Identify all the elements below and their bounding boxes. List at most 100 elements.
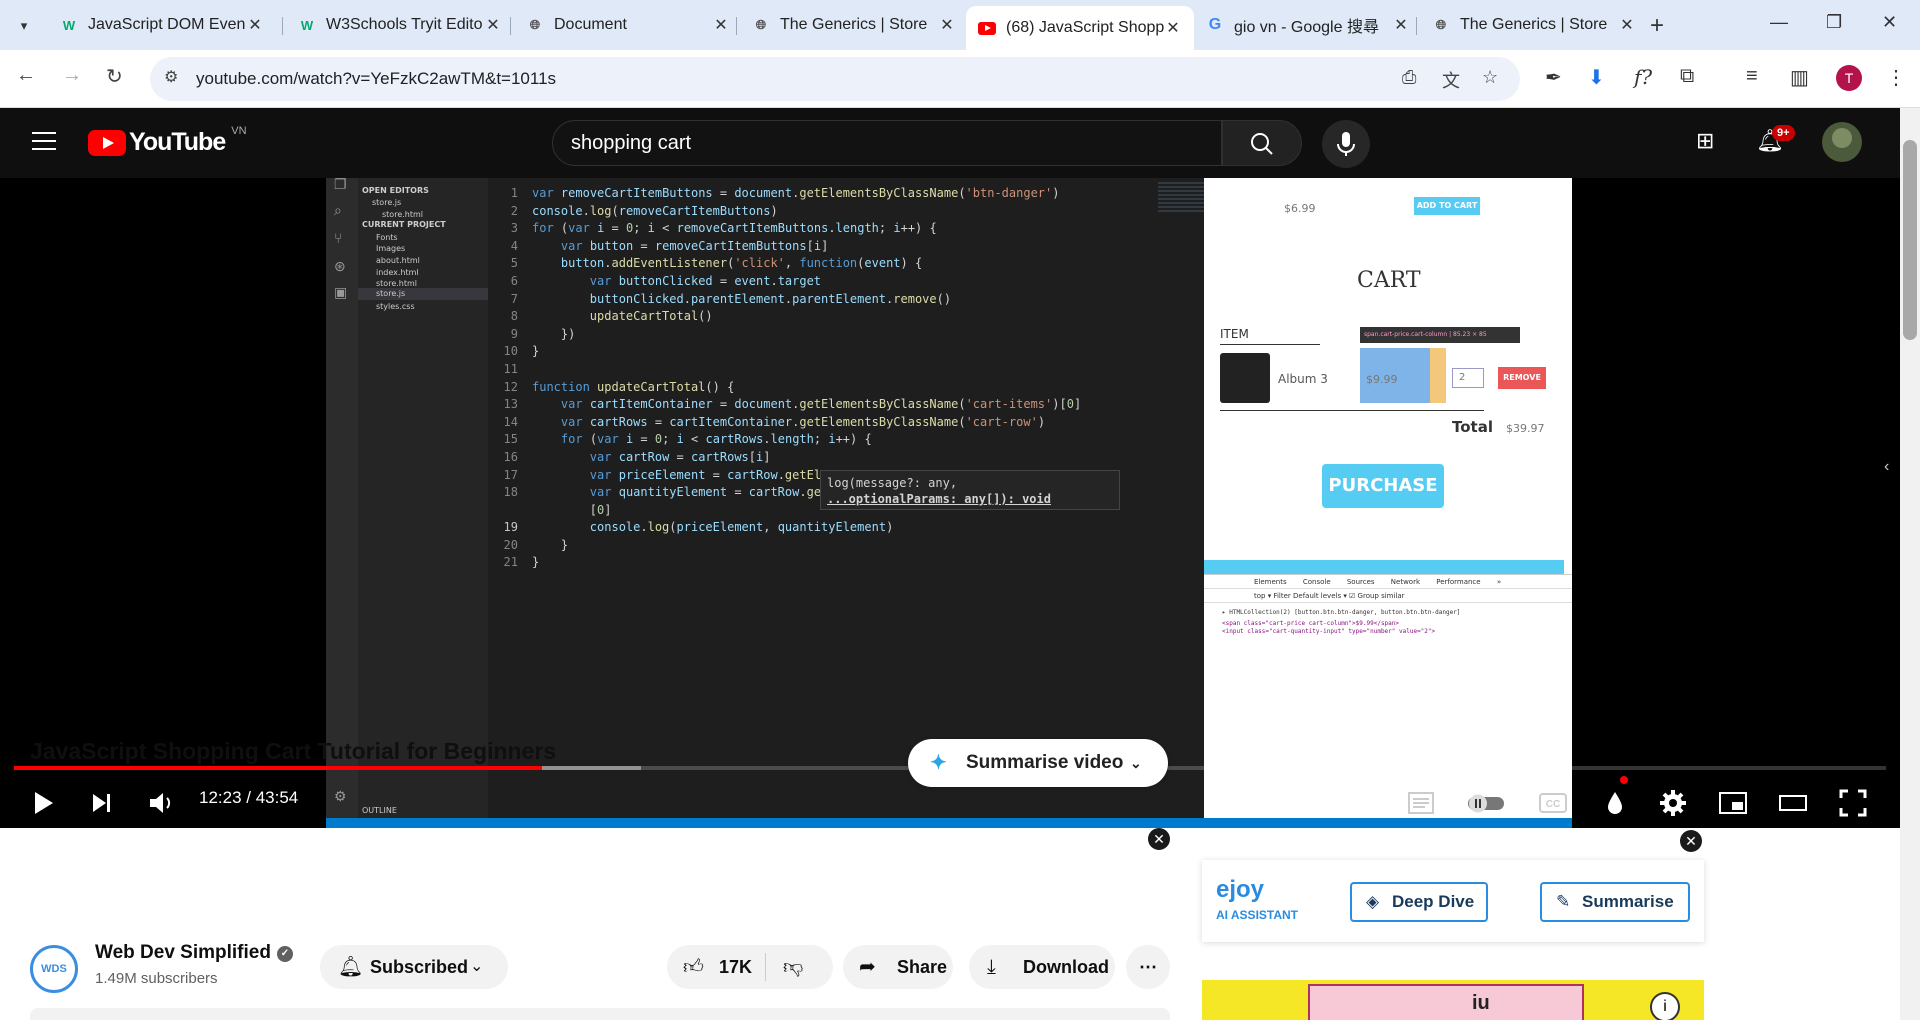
- channel-name-text[interactable]: Web Dev Simplified: [95, 942, 271, 963]
- description-box[interactable]: [30, 1008, 1170, 1020]
- open-editors-header: OPEN EDITORS: [362, 186, 429, 195]
- purchase-button: PURCHASE: [1322, 464, 1444, 508]
- search-button[interactable]: [1222, 120, 1302, 166]
- tab-generics-store-2[interactable]: 🌐︎ The Generics | Store ✕: [1420, 7, 1648, 43]
- new-tab-icon[interactable]: +: [1650, 12, 1664, 40]
- console-log-line: ▸ HTMLCollection(2) [button.btn.btn-dang…: [1222, 609, 1461, 616]
- more-actions-button[interactable]: ⋯: [1126, 945, 1170, 989]
- subscribed-button[interactable]: 🔔︎ Subscribed ⌄: [320, 945, 508, 989]
- omnibox[interactable]: ⚙︎ youtube.com/watch?v=YeFzkC2awTM&t=101…: [150, 57, 1520, 101]
- restore-icon[interactable]: ❐: [1826, 12, 1842, 33]
- tab-javascript-dom-events[interactable]: W JavaScript DOM Even ✕: [48, 7, 276, 43]
- channel-name[interactable]: Web Dev Simplified ✓: [95, 942, 293, 964]
- ambient-drop-icon[interactable]: [1600, 788, 1630, 818]
- tree-item-selected: store.js: [358, 288, 488, 300]
- code-text: var removeCartItemButtons = document.get…: [532, 186, 1082, 570]
- youtube-play-logo-icon: [88, 129, 126, 156]
- url-text[interactable]: youtube.com/watch?v=YeFzkC2awTM&t=1011s: [196, 69, 556, 89]
- line-number: 11: [503, 361, 518, 376]
- subtitles-icon[interactable]: CC: [1538, 788, 1568, 818]
- close-window-icon[interactable]: ✕: [1882, 12, 1897, 33]
- search-box[interactable]: [552, 120, 1222, 166]
- microphone-icon: [1337, 132, 1355, 156]
- pen-extension-icon[interactable]: ✒: [1545, 65, 1562, 90]
- close-tab-icon[interactable]: ✕: [1618, 15, 1636, 35]
- settings-icon[interactable]: [1658, 788, 1688, 818]
- play-icon[interactable]: [28, 788, 58, 818]
- subscriber-count: 1.49M subscribers: [95, 970, 218, 987]
- menu-icon[interactable]: [32, 132, 56, 150]
- forward-icon[interactable]: →: [62, 64, 82, 87]
- line-number: 14: [503, 414, 518, 429]
- download-extension-icon[interactable]: ⬇: [1588, 65, 1605, 90]
- profile-avatar[interactable]: T: [1836, 65, 1862, 91]
- tree-item: about.html: [376, 256, 420, 265]
- reload-icon[interactable]: ↻: [106, 64, 123, 89]
- inspect-highlight-padding: [1430, 348, 1446, 403]
- next-video-icon[interactable]: [88, 788, 116, 818]
- user-avatar[interactable]: [1822, 122, 1862, 162]
- tab-google-search[interactable]: G gio vn - Google 搜尋 ✕: [1194, 7, 1422, 43]
- extensions-puzzle-icon[interactable]: ⧉: [1680, 65, 1694, 88]
- tab-search-menu-icon[interactable]: ▾: [12, 14, 36, 38]
- tab-title: gio vn - Google 搜尋: [1234, 19, 1379, 36]
- like-button[interactable]: 👍︎: [683, 945, 704, 989]
- more-dots-icon: ⋯: [1139, 957, 1157, 977]
- cart-heading: CART: [1357, 268, 1421, 293]
- formula-extension-icon[interactable]: f?: [1634, 65, 1652, 89]
- tab-youtube-active[interactable]: (68) JavaScript Shopp ✕: [966, 6, 1194, 50]
- close-tab-icon[interactable]: ✕: [1392, 15, 1410, 35]
- close-tab-icon[interactable]: ✕: [246, 15, 264, 35]
- close-ejoy-icon[interactable]: ✕: [1680, 830, 1702, 852]
- close-tab-icon[interactable]: ✕: [712, 15, 730, 35]
- more-menu-icon[interactable]: ⋮: [1886, 65, 1906, 90]
- close-tab-icon[interactable]: ✕: [938, 15, 956, 35]
- close-tab-icon[interactable]: ✕: [1164, 18, 1182, 38]
- video-player[interactable]: ❐ ⌕ ⑂ ⊛ ▣ ⚙ OPEN EDITORS store.js store.…: [0, 178, 1900, 828]
- download-button[interactable]: ⤓ Download: [969, 945, 1115, 989]
- voice-search-button[interactable]: [1322, 120, 1370, 168]
- autoplay-toggle-icon[interactable]: [1466, 788, 1506, 818]
- tab-w3schools-tryit[interactable]: W W3Schools Tryit Edito ✕: [286, 7, 514, 43]
- bookmark-star-icon[interactable]: ☆: [1482, 67, 1498, 88]
- line-number: 5: [510, 256, 518, 271]
- install-app-icon[interactable]: ⎙: [1402, 67, 1416, 88]
- store-page-preview: $6.99 ADD TO CART CART ITEM Album 3 $9.9…: [1204, 178, 1572, 818]
- scrollbar-thumb[interactable]: [1903, 140, 1917, 340]
- share-button[interactable]: ➦ Share: [843, 945, 953, 989]
- summarise-button[interactable]: ✎ Summarise: [1540, 882, 1690, 922]
- ad-banner[interactable]: iu i: [1202, 980, 1704, 1020]
- summarise-video-button[interactable]: ✦ Summarise video ⌄: [908, 739, 1168, 787]
- back-icon[interactable]: ←: [16, 64, 36, 87]
- close-summarise-icon[interactable]: ✕: [1148, 828, 1170, 850]
- deep-dive-button[interactable]: ◈ Deep Dive: [1350, 882, 1488, 922]
- fullscreen-icon[interactable]: [1838, 788, 1868, 818]
- theater-mode-icon[interactable]: [1778, 788, 1808, 818]
- search-input[interactable]: [571, 129, 1191, 157]
- minimize-icon[interactable]: —: [1770, 12, 1788, 33]
- remove-button: REMOVE: [1498, 367, 1546, 389]
- close-tab-icon[interactable]: ✕: [484, 15, 502, 35]
- globe-icon: 🌐︎: [755, 17, 767, 32]
- add-to-cart-button: ADD TO CART: [1414, 197, 1480, 215]
- line-number: 15: [503, 432, 518, 447]
- dislike-button[interactable]: 👎︎: [783, 945, 803, 989]
- side-panel-chevron-icon[interactable]: ‹: [1884, 458, 1889, 476]
- tree-item: store.html: [376, 279, 417, 288]
- volume-icon[interactable]: [146, 788, 176, 818]
- site-info-icon[interactable]: ⚙︎: [164, 67, 178, 87]
- ad-info-icon[interactable]: i: [1650, 992, 1680, 1020]
- line-numbers: 1 2 3 4 5 6 7 8 9 10 11 12 13 14 15 16 17 18 19 20 21: [488, 185, 518, 572]
- youtube-logo[interactable]: YouTube VN: [88, 125, 247, 157]
- translate-icon[interactable]: 文: [1442, 67, 1460, 93]
- miniplayer-icon[interactable]: [1718, 788, 1748, 818]
- side-panel-icon[interactable]: ▥: [1790, 65, 1809, 90]
- create-video-icon[interactable]: ⊞: [1696, 128, 1714, 154]
- vscode-status-bar: [326, 818, 1572, 828]
- transcript-icon[interactable]: [1406, 788, 1436, 818]
- media-control-icon[interactable]: ≡: [1746, 65, 1758, 88]
- layers-icon: ◈: [1366, 892, 1380, 911]
- channel-avatar[interactable]: WDS: [30, 945, 78, 993]
- tab-generics-store[interactable]: 🌐︎ The Generics | Store ✕: [740, 7, 968, 43]
- tab-document[interactable]: 🌐︎ Document ✕: [514, 7, 742, 43]
